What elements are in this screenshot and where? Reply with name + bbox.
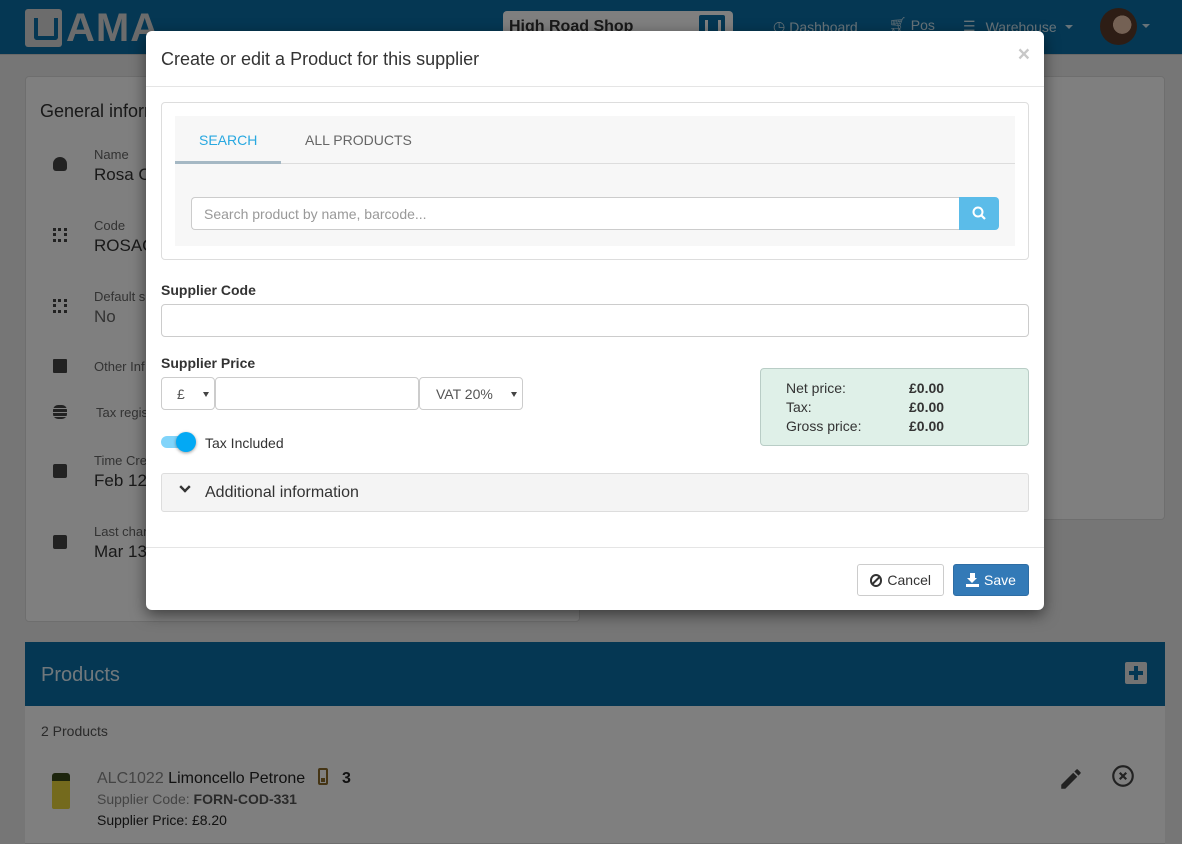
tax-included-toggle[interactable] (161, 431, 197, 453)
modal-header: Create or edit a Product for this suppli… (146, 31, 1044, 87)
summary-value: £0.00 (909, 418, 945, 434)
search-button[interactable] (959, 197, 999, 230)
modal-footer: Cancel Save (146, 547, 1044, 610)
additional-info-accordion[interactable]: Additional information (161, 473, 1029, 512)
vat-select[interactable]: VAT 20% (419, 377, 523, 410)
supplier-code-input[interactable] (161, 304, 1029, 337)
tax-included-label: Tax Included (205, 435, 284, 451)
summary-label: Net price: (786, 380, 846, 396)
tab-all-products[interactable]: ALL PRODUCTS (281, 116, 436, 164)
toggle-knob (176, 432, 196, 452)
currency-value: £ (177, 386, 185, 402)
summary-value: £0.00 (909, 380, 945, 396)
summary-label: Gross price: (786, 418, 862, 434)
tab-search[interactable]: SEARCH (175, 116, 281, 164)
vat-value: VAT 20% (436, 386, 493, 402)
chevron-down-icon (179, 481, 191, 493)
product-search-input[interactable] (191, 197, 959, 230)
product-search-panel: SEARCH ALL PRODUCTS (161, 102, 1029, 260)
download-icon (966, 573, 979, 587)
search-icon (972, 206, 986, 220)
close-icon[interactable]: × (1018, 44, 1030, 65)
price-summary: Net price: £0.00 Tax: £0.00 Gross price:… (760, 368, 1029, 446)
ban-icon (870, 573, 883, 587)
search-tabs: SEARCH ALL PRODUCTS (175, 116, 1015, 164)
supplier-price-label: Supplier Price (161, 355, 256, 371)
caret-down-icon (203, 392, 209, 397)
summary-label: Tax: (786, 399, 812, 415)
save-button[interactable]: Save (953, 564, 1029, 596)
supplier-code-label: Supplier Code (161, 282, 256, 298)
additional-info-label: Additional information (205, 484, 359, 501)
save-label: Save (984, 572, 1016, 588)
currency-select[interactable]: £ (161, 377, 215, 410)
cancel-label: Cancel (887, 572, 931, 588)
cancel-button[interactable]: Cancel (857, 564, 944, 596)
caret-down-icon (511, 392, 517, 397)
summary-value: £0.00 (909, 399, 945, 415)
modal-title: Create or edit a Product for this suppli… (161, 49, 480, 69)
product-modal: Create or edit a Product for this suppli… (146, 31, 1044, 610)
supplier-price-input[interactable] (215, 377, 419, 410)
search-panel-inner: SEARCH ALL PRODUCTS (175, 116, 1015, 246)
